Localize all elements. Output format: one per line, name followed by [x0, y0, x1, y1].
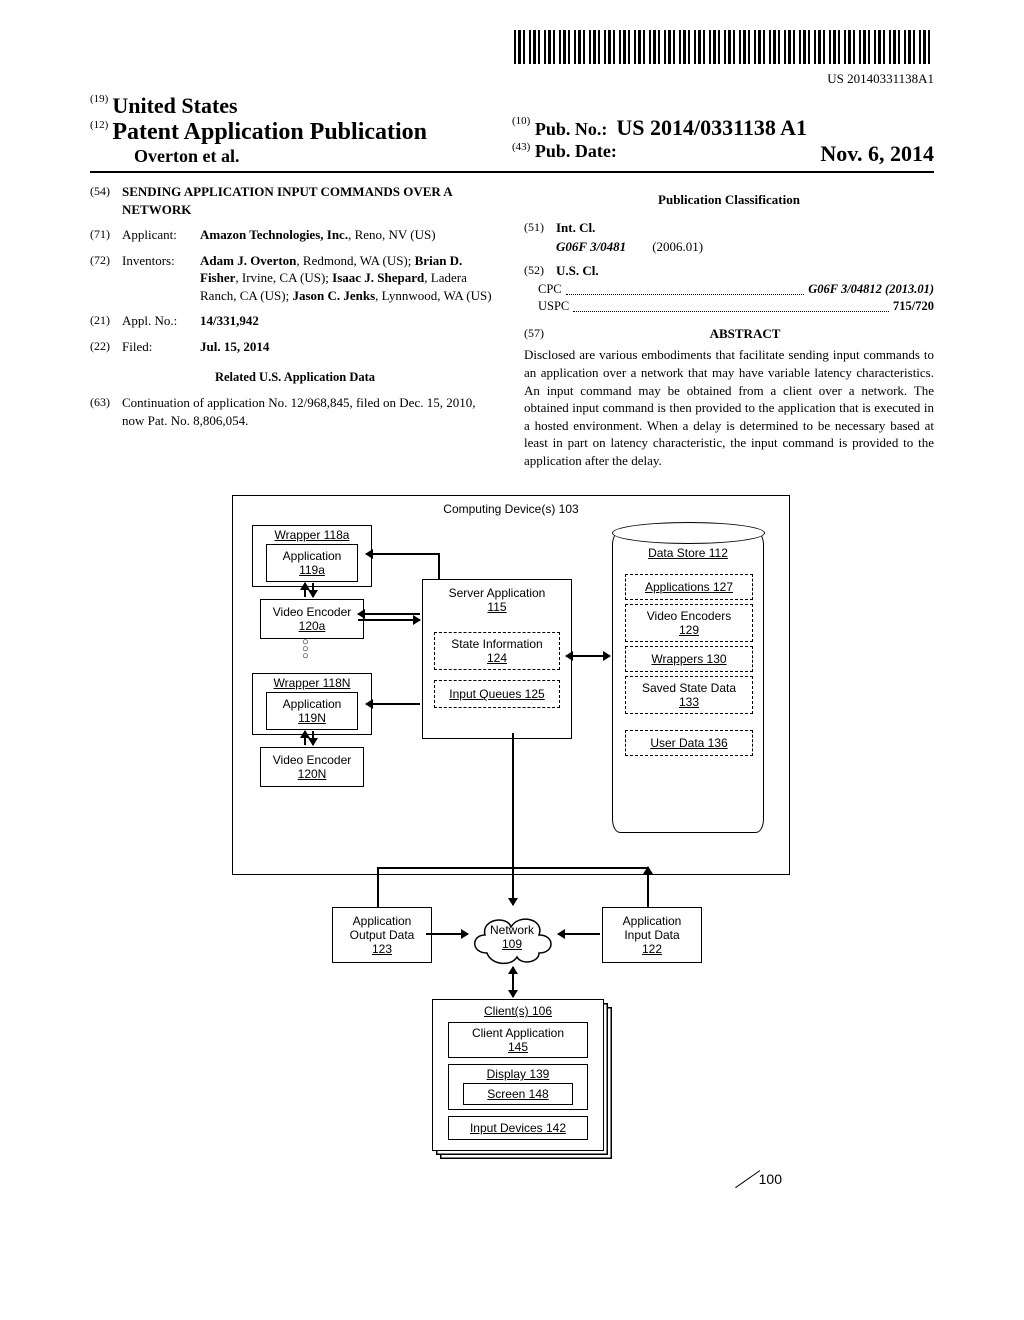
barcode-text: US 20140331138A1: [90, 71, 934, 87]
app-input-data-l2: Input Data: [624, 928, 679, 942]
pub-date: Nov. 6, 2014: [820, 141, 934, 167]
video-encoders-ds-num: 129: [679, 623, 699, 637]
applicant-label: Applicant:: [122, 226, 200, 244]
server-application-num: 115: [487, 600, 506, 614]
wrapper-n-label: Wrapper 118N: [274, 676, 351, 690]
code-19: (19): [90, 93, 108, 105]
pub-date-label: Pub. Date:: [535, 141, 617, 161]
app-output-data-num: 123: [372, 942, 392, 956]
inventors: Adam J. Overton, Redmond, WA (US); Brian…: [200, 252, 500, 305]
video-encoders-ds-label: Video Encoders: [647, 609, 732, 623]
publication-type: Patent Application Publication: [112, 119, 427, 145]
applicant: Amazon Technologies, Inc., Reno, NV (US): [200, 226, 500, 244]
abstract-text: Disclosed are various embodiments that f…: [524, 346, 934, 469]
display-label: Display 139: [487, 1067, 550, 1081]
code-21: (21): [90, 312, 122, 330]
left-column: (54) SENDING APPLICATION INPUT COMMANDS …: [90, 183, 500, 469]
saved-state-data-num: 133: [679, 695, 699, 709]
application-n-num: 119N: [298, 711, 326, 725]
code-51: (51): [524, 219, 556, 237]
server-application-label: Server Application: [449, 586, 546, 600]
us-cl-label: U.S. Cl.: [556, 263, 599, 278]
code-52: (52): [524, 262, 556, 280]
screen-label: Screen 148: [487, 1087, 548, 1101]
code-54: (54): [90, 183, 122, 218]
wrapper-a-label: Wrapper 118a: [275, 528, 350, 542]
saved-state-data-label: Saved State Data: [642, 681, 736, 695]
invention-title: SENDING APPLICATION INPUT COMMANDS OVER …: [122, 183, 500, 218]
application-a-label: Application: [283, 549, 342, 563]
cpc-label: CPC: [538, 281, 562, 298]
wrappers-ds-label: Wrappers 130: [651, 652, 726, 666]
inventors-label: Inventors:: [122, 252, 200, 305]
figure-reference-number: 100: [759, 1171, 782, 1187]
authors-line: Overton et al.: [90, 146, 512, 167]
int-cl-label: Int. Cl.: [556, 220, 595, 235]
uspc-value: 715/720: [893, 298, 934, 315]
code-71: (71): [90, 226, 122, 244]
input-devices-label: Input Devices 142: [470, 1121, 566, 1135]
network-label: Network: [467, 923, 557, 937]
app-output-data-l1: Application: [353, 914, 412, 928]
classification-heading: Publication Classification: [524, 191, 934, 209]
state-information-label: State Information: [451, 637, 542, 651]
filed-label: Filed:: [122, 338, 200, 356]
video-encoder-n-label: Video Encoder: [273, 753, 352, 767]
uspc-label: USPC: [538, 298, 569, 315]
data-store-label: Data Store 112: [613, 546, 763, 560]
client-application-label: Client Application: [472, 1026, 564, 1040]
int-cl-date: (2006.01): [652, 239, 703, 254]
abstract-heading: ABSTRACT: [710, 326, 781, 341]
state-information-num: 124: [487, 651, 507, 665]
applications-ds-label: Applications 127: [645, 580, 733, 594]
system-diagram: Computing Device(s) 103 Wrapper 118a App…: [232, 487, 792, 1247]
code-72: (72): [90, 252, 122, 305]
code-63: (63): [90, 394, 122, 429]
code-22: (22): [90, 338, 122, 356]
code-12: (12): [90, 119, 108, 131]
continuation-text: Continuation of application No. 12/968,8…: [122, 394, 500, 429]
barcode: [514, 30, 934, 64]
document-header: (19) United States (12) Patent Applicati…: [90, 93, 934, 173]
network-num: 109: [467, 937, 557, 951]
pub-no: US 2014/0331138 A1: [616, 115, 807, 140]
clients-label: Client(s) 106: [484, 1004, 552, 1018]
video-encoder-a-num: 120a: [299, 619, 326, 633]
pub-no-label: Pub. No.:: [535, 119, 608, 139]
related-data-heading: Related U.S. Application Data: [90, 369, 500, 386]
video-encoder-a-label: Video Encoder: [273, 605, 352, 619]
cpc-value: G06F 3/04812 (2013.01): [808, 282, 934, 296]
computing-devices-label: Computing Device(s) 103: [443, 502, 578, 516]
right-column: Publication Classification (51) Int. Cl.…: [524, 183, 934, 469]
country: United States: [112, 93, 237, 118]
code-10: (10): [512, 115, 530, 127]
user-data-label: User Data 136: [650, 736, 727, 750]
app-input-data-l1: Application: [623, 914, 682, 928]
application-n-label: Application: [283, 697, 342, 711]
application-a-num: 119a: [299, 563, 325, 577]
app-input-data-num: 122: [642, 942, 662, 956]
code-57: (57): [524, 325, 556, 343]
code-43: (43): [512, 141, 530, 153]
client-application-num: 145: [508, 1040, 528, 1054]
int-cl-code: G06F 3/0481: [556, 239, 626, 254]
appl-no-label: Appl. No.:: [122, 312, 200, 330]
video-encoder-n-num: 120N: [298, 767, 327, 781]
appl-no: 14/331,942: [200, 312, 500, 330]
filed-date: Jul. 15, 2014: [200, 338, 500, 356]
app-output-data-l2: Output Data: [350, 928, 415, 942]
input-queues-label: Input Queues 125: [449, 687, 544, 701]
